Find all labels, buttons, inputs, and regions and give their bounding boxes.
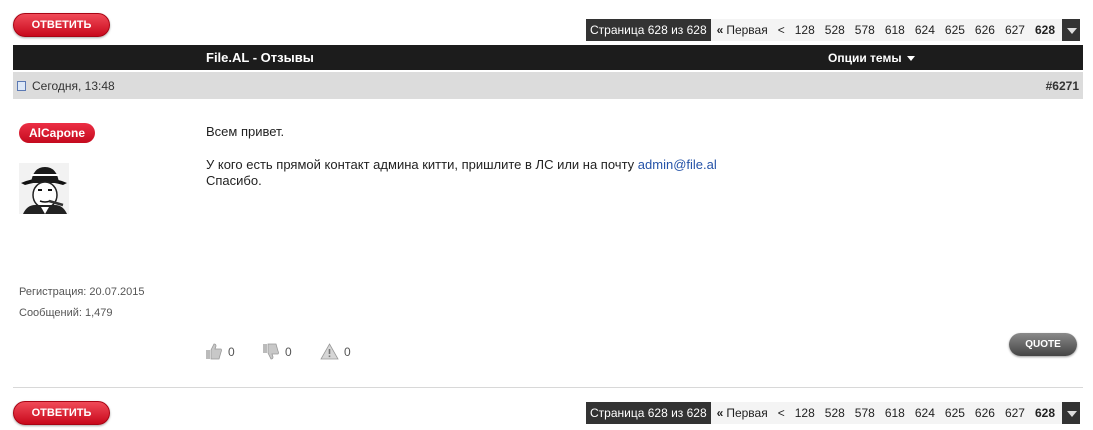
warning-icon	[320, 343, 339, 360]
pagination-bottom: Страница 628 из 628 «Первая < 128 528 57…	[586, 402, 1081, 424]
registration-date: Регистрация: 20.07.2015	[19, 286, 145, 298]
page-link[interactable]: 627	[1000, 406, 1030, 420]
dropdown-arrow-icon[interactable]	[1062, 19, 1081, 41]
report-button[interactable]: 0	[320, 343, 351, 360]
thread-header: File.AL - Отзывы Опции темы	[13, 45, 1083, 70]
report-count: 0	[344, 344, 351, 359]
pagination-top: Страница 628 из 628 «Первая < 128 528 57…	[586, 19, 1081, 41]
page-link[interactable]: 128	[790, 406, 820, 420]
thumbs-up-icon	[206, 343, 222, 360]
quote-button[interactable]: QUOTE	[1009, 333, 1077, 356]
page-link[interactable]: 625	[940, 23, 970, 37]
divider	[13, 387, 1083, 388]
page-link[interactable]: 618	[880, 23, 910, 37]
prev-page-link[interactable]: <	[773, 23, 790, 37]
post-icon	[17, 81, 26, 91]
reply-button-top[interactable]: ОТВЕТИТЬ	[13, 13, 110, 37]
like-button[interactable]: 0	[205, 343, 235, 360]
message-count: Сообщений: 1,479	[19, 307, 113, 319]
page-info: Страница 628 из 628	[586, 19, 711, 41]
post-text: У кого есть прямой контакт админа китти,…	[206, 157, 635, 172]
chevron-down-icon	[906, 56, 915, 62]
prev-page-link[interactable]: <	[773, 406, 790, 420]
page-link[interactable]: 626	[970, 406, 1000, 420]
page-link[interactable]: 578	[850, 406, 880, 420]
page-link[interactable]: 528	[820, 23, 850, 37]
page-link[interactable]: 625	[940, 406, 970, 420]
post-content: Всем привет. У кого есть прямой контакт …	[206, 124, 717, 189]
current-page: 628	[1034, 406, 1056, 420]
username-badge[interactable]: AlCapone	[19, 123, 96, 143]
first-page-link[interactable]: «Первая	[713, 406, 773, 420]
page-info: Страница 628 из 628	[586, 402, 711, 424]
thumbs-down-icon	[263, 343, 279, 360]
dropdown-arrow-icon[interactable]	[1062, 402, 1081, 424]
page-link[interactable]: 578	[850, 23, 880, 37]
thread-options-menu[interactable]: Опции темы	[828, 51, 915, 65]
post-date: Сегодня, 13:48	[32, 79, 115, 93]
page-link[interactable]: 128	[790, 23, 820, 37]
post-text: Спасибо.	[206, 173, 262, 188]
page-link[interactable]: 626	[970, 23, 1000, 37]
current-page: 628	[1034, 23, 1056, 37]
dislike-count: 0	[285, 344, 292, 359]
page-link[interactable]: 618	[880, 406, 910, 420]
thread-title: File.AL - Отзывы	[206, 50, 314, 65]
page-link[interactable]: 528	[820, 406, 850, 420]
first-page-link[interactable]: «Первая	[713, 23, 773, 37]
post-number-link[interactable]: #6271	[1046, 79, 1079, 93]
post-text: Всем привет.	[206, 124, 285, 139]
post-header: Сегодня, 13:48 #6271	[13, 72, 1083, 99]
email-link[interactable]: admin@file.al	[638, 157, 717, 172]
page-link[interactable]: 627	[1000, 23, 1030, 37]
reply-button-bottom[interactable]: ОТВЕТИТЬ	[13, 401, 110, 425]
page-link[interactable]: 624	[910, 23, 940, 37]
avatar[interactable]	[19, 163, 69, 214]
page-link[interactable]: 624	[910, 406, 940, 420]
dislike-button[interactable]: 0	[262, 343, 292, 360]
like-count: 0	[228, 344, 235, 359]
